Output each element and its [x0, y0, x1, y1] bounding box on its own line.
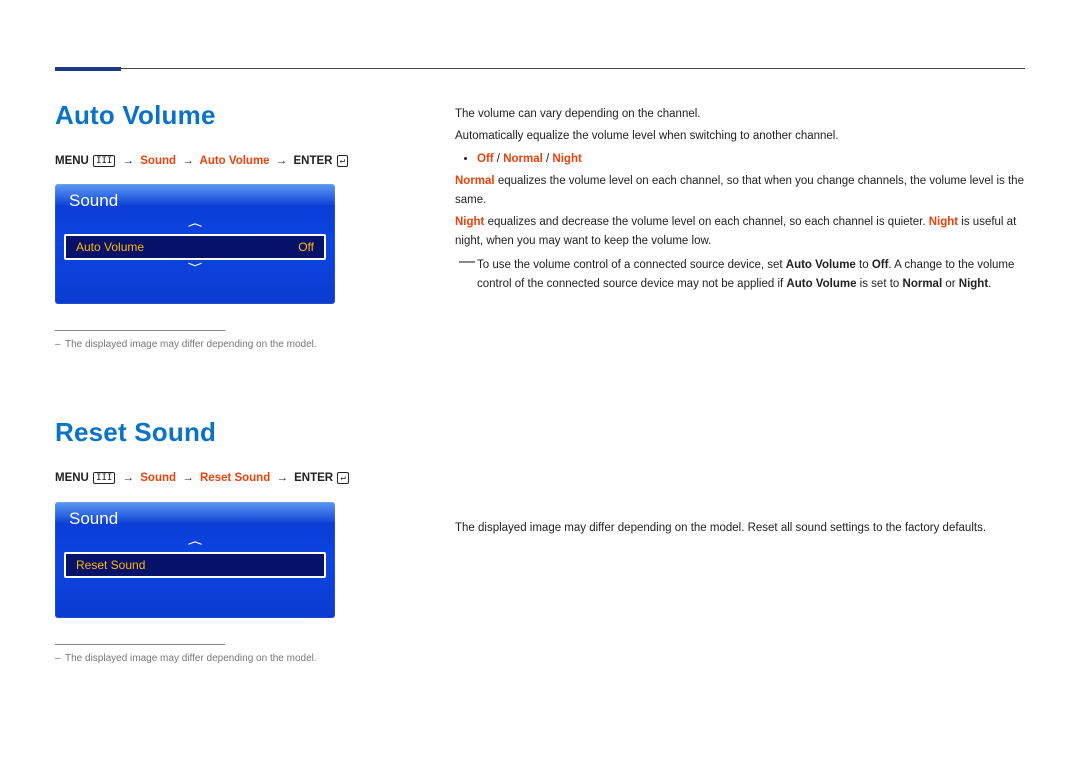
crumb-auto-volume: Auto Volume [200, 155, 270, 167]
tip-text: To use the volume control of a connected… [477, 256, 1025, 294]
body-text: The volume can vary depending on the cha… [455, 105, 1025, 124]
osd-panel-auto-volume: Sound ︿ Auto Volume Off ﹀ [55, 184, 335, 304]
menu-icon: III [93, 472, 115, 484]
crumb-enter: ENTER [294, 472, 333, 484]
osd-header: Sound [55, 184, 335, 216]
term-normal: Normal [903, 278, 943, 290]
t: is set to [856, 278, 902, 290]
crumb-enter: ENTER [293, 155, 332, 167]
term-off: Off [872, 259, 889, 271]
dash-icon: ― [459, 256, 475, 268]
t: or [942, 278, 959, 290]
term-night: Night [959, 278, 988, 290]
t: to [856, 259, 872, 271]
chevron-up-icon[interactable]: ︿ [55, 534, 335, 552]
right-column: The volume can vary depending on the cha… [455, 100, 1025, 666]
term-night: Night [455, 216, 484, 228]
osd-item-auto-volume[interactable]: Auto Volume Off [64, 234, 326, 260]
osd-item-label: Auto Volume [76, 240, 144, 254]
text: equalizes and decrease the volume level … [484, 216, 928, 228]
options-list-item: Off / Normal / Night [477, 150, 1025, 168]
crumb-menu: MENU [55, 472, 89, 484]
breadcrumb-reset-sound: MENU III → Sound → Reset Sound → ENTER ↵ [55, 470, 395, 487]
divider [55, 330, 225, 331]
t: To use the volume control of a connected… [477, 259, 786, 271]
text: equalizes the volume level on each chann… [455, 175, 1024, 206]
osd-item-value: Off [298, 240, 314, 254]
osd-header: Sound [55, 502, 335, 534]
auto-volume-heading: Auto Volume [55, 100, 395, 131]
arrow-icon: → [182, 155, 194, 167]
sep: / [543, 153, 553, 165]
chevron-down-icon[interactable]: ﹀ [55, 260, 335, 278]
osd-padding [55, 278, 335, 304]
osd-item-reset-sound[interactable]: Reset Sound [64, 552, 326, 578]
options-list: Off / Normal / Night [477, 150, 1025, 168]
body-text: Night equalizes and decrease the volume … [455, 213, 1025, 251]
footnote: The displayed image may differ depending… [55, 337, 395, 352]
term-auto-volume: Auto Volume [786, 259, 856, 271]
t: . [988, 278, 991, 290]
crumb-menu: MENU [55, 155, 89, 167]
reset-sound-section: Reset Sound MENU III → Sound → Reset Sou… [55, 417, 395, 665]
body-text: Automatically equalize the volume level … [455, 127, 1025, 146]
arrow-icon: → [276, 155, 288, 167]
term-auto-volume: Auto Volume [786, 278, 856, 290]
crumb-reset-sound: Reset Sound [200, 472, 270, 484]
crumb-sound: Sound [140, 155, 176, 167]
chevron-up-icon[interactable]: ︿ [55, 216, 335, 234]
arrow-icon: → [182, 472, 194, 484]
option-normal: Normal [503, 153, 543, 165]
osd-padding [55, 578, 335, 618]
arrow-icon: → [123, 155, 135, 167]
arrow-icon: → [123, 472, 135, 484]
menu-icon: III [93, 155, 115, 167]
body-text: Normal equalizes the volume level on eac… [455, 172, 1025, 210]
enter-icon: ↵ [337, 472, 348, 484]
osd-item-label: Reset Sound [76, 558, 145, 572]
body-text: The displayed image may differ depending… [455, 519, 1025, 538]
page-body: Auto Volume MENU III → Sound → Auto Volu… [55, 100, 1025, 666]
option-night: Night [552, 153, 581, 165]
footnote: The displayed image may differ depending… [55, 651, 395, 666]
top-rule-accent [55, 67, 121, 71]
term-night: Night [929, 216, 958, 228]
enter-icon: ↵ [337, 155, 348, 167]
term-normal: Normal [455, 175, 495, 187]
crumb-sound: Sound [140, 472, 176, 484]
divider [55, 644, 225, 645]
sep: / [494, 153, 504, 165]
option-off: Off [477, 153, 494, 165]
left-column: Auto Volume MENU III → Sound → Auto Volu… [55, 100, 395, 666]
tip-row: ― To use the volume control of a connect… [455, 256, 1025, 294]
right-reset-sound: The displayed image may differ depending… [455, 519, 1025, 538]
arrow-icon: → [276, 472, 288, 484]
top-rule [55, 68, 1025, 69]
breadcrumb-auto-volume: MENU III → Sound → Auto Volume → ENTER ↵ [55, 153, 395, 170]
osd-panel-reset-sound: Sound ︿ Reset Sound [55, 502, 335, 618]
reset-sound-heading: Reset Sound [55, 417, 395, 448]
